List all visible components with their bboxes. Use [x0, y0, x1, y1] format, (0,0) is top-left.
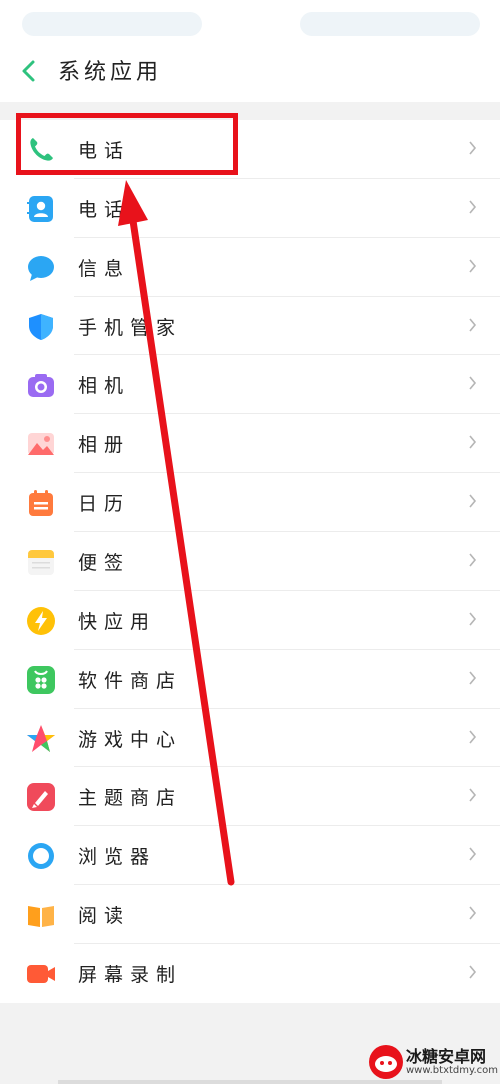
- list-item-contacts[interactable]: 电话: [0, 179, 500, 238]
- chevron-right-icon: [468, 373, 478, 393]
- list-item-messages[interactable]: 信息: [0, 238, 500, 297]
- list-item-theme-store[interactable]: 主题商店: [0, 767, 500, 827]
- shield-icon: [26, 312, 56, 342]
- list-item-phone[interactable]: 电话: [0, 120, 500, 179]
- status-pill-right: [300, 12, 480, 36]
- theme-store-icon: [26, 782, 56, 812]
- chevron-right-icon: [468, 609, 478, 629]
- list-item-game-center[interactable]: 游戏中心: [0, 709, 500, 768]
- chevron-right-icon: [468, 962, 478, 982]
- list-item-label: 信息: [78, 257, 131, 280]
- list-item-label: 相册: [78, 434, 131, 457]
- section-divider: [0, 102, 500, 120]
- list-item-label: 浏览器: [78, 846, 157, 869]
- chevron-right-icon: [468, 315, 478, 335]
- watermark-logo-icon: [368, 1044, 404, 1080]
- chevron-left-icon: [22, 60, 35, 82]
- list-item-label: 阅读: [78, 905, 131, 928]
- watermark-url: www.btxtdmy.com: [406, 1065, 499, 1076]
- list-item-notes[interactable]: 便签: [0, 532, 500, 591]
- book-icon: [26, 900, 56, 930]
- list-item-phone-manager[interactable]: 手机管家: [0, 297, 500, 356]
- list-item-label: 屏幕录制: [78, 964, 183, 987]
- list-item-label: 电话: [78, 198, 131, 221]
- list-item-browser[interactable]: 浏览器: [0, 826, 500, 886]
- list-item-label: 电话: [78, 140, 131, 162]
- app-store-icon: [26, 665, 56, 695]
- list-item-camera[interactable]: 相机: [0, 355, 500, 415]
- app-list: 电话 电话 信息 手机管家 相机 相册 日历 便签 快应用 软件商店 游戏中心 …: [0, 120, 500, 1003]
- chevron-right-icon: [468, 903, 478, 923]
- screen-record-icon: [26, 959, 56, 989]
- contacts-icon: [26, 194, 56, 224]
- notes-icon: [26, 547, 56, 577]
- chevron-right-icon: [468, 785, 478, 805]
- back-button[interactable]: [14, 56, 44, 86]
- camera-icon: [26, 370, 56, 400]
- message-icon: [26, 253, 56, 283]
- game-center-icon: [26, 724, 56, 754]
- list-item-reading[interactable]: 阅读: [0, 885, 500, 945]
- list-item-label: 相机: [78, 375, 131, 398]
- watermark: 冰糖安卓网 www.btxtdmy.com: [362, 1040, 500, 1084]
- chevron-right-icon: [468, 491, 478, 511]
- status-pill-left: [22, 12, 202, 36]
- chevron-right-icon: [468, 256, 478, 276]
- list-item-gallery[interactable]: 相册: [0, 414, 500, 474]
- list-item-label: 软件商店: [78, 669, 183, 692]
- list-item-label: 快应用: [78, 610, 157, 633]
- chevron-right-icon: [468, 550, 478, 570]
- list-item-label: 游戏中心: [78, 728, 183, 751]
- page-title: 系统应用: [58, 60, 163, 85]
- watermark-title: 冰糖安卓网: [406, 1047, 487, 1066]
- chevron-right-icon: [468, 727, 478, 747]
- browser-icon: [26, 841, 56, 871]
- list-item-label: 主题商店: [78, 787, 183, 810]
- chevron-right-icon: [468, 197, 478, 217]
- lightning-icon: [26, 606, 56, 636]
- status-area: [0, 0, 500, 40]
- list-item-label: 日历: [78, 493, 131, 516]
- list-item-label: 手机管家: [78, 316, 183, 339]
- header: 系统应用: [0, 40, 500, 102]
- phone-icon: [26, 135, 56, 165]
- chevron-right-icon: [468, 844, 478, 864]
- list-item-screen-record[interactable]: 屏幕录制: [0, 944, 500, 1003]
- list-item-app-store[interactable]: 软件商店: [0, 650, 500, 709]
- list-item-quick-app[interactable]: 快应用: [0, 591, 500, 650]
- chevron-right-icon: [468, 138, 478, 158]
- list-item-label: 便签: [78, 552, 131, 575]
- chevron-right-icon: [468, 432, 478, 452]
- list-item-calendar[interactable]: 日历: [0, 473, 500, 533]
- gallery-icon: [26, 429, 56, 459]
- chevron-right-icon: [468, 668, 478, 688]
- calendar-icon: [26, 488, 56, 518]
